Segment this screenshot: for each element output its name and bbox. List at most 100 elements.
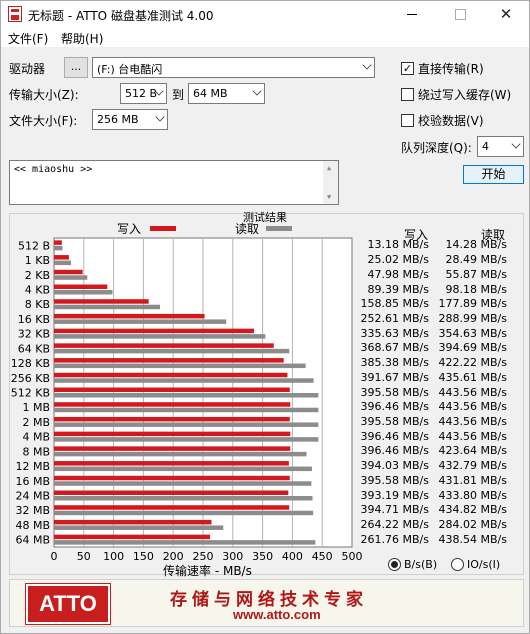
write-bar	[54, 416, 290, 422]
x-tick-label: 100	[103, 550, 124, 563]
category-label: 256 KB	[11, 372, 50, 385]
read-value: 435.61 MB/s	[438, 370, 507, 384]
write-bar	[54, 240, 62, 245]
write-value: 89.39 MB/s	[367, 282, 429, 296]
write-value: 396.46 MB/s	[360, 429, 429, 443]
read-bar	[54, 363, 306, 369]
write-value: 47.98 MB/s	[367, 267, 429, 281]
category-label: 1 KB	[25, 254, 50, 267]
read-bar	[54, 334, 266, 339]
atto-logo: ATTO	[25, 583, 111, 625]
category-label: 4 MB	[22, 431, 50, 444]
write-value: 385.38 MB/s	[360, 356, 429, 370]
write-value: 158.85 MB/s	[360, 297, 429, 311]
radio-button[interactable]	[388, 558, 401, 571]
write-value: 25.02 MB/s	[367, 253, 429, 267]
read-bar	[54, 540, 316, 545]
read-bar	[54, 304, 161, 310]
io-per-sec-radio[interactable]: IO/s(I)	[451, 558, 500, 571]
category-label: 1 MB	[22, 401, 50, 414]
x-tick-label: 150	[133, 550, 154, 563]
radio-button[interactable]	[451, 558, 464, 571]
write-bar	[54, 534, 211, 540]
read-value: 177.89 MB/s	[438, 297, 507, 311]
write-bar	[54, 284, 108, 289]
x-tick-label: 0	[51, 550, 58, 563]
write-bar	[54, 328, 255, 334]
read-value: 14.28 MB/s	[445, 238, 507, 252]
atto-banner[interactable]: ATTO 存储与网络技术专家 www.atto.com	[9, 579, 524, 627]
banner-url[interactable]: www.atto.com	[233, 607, 321, 622]
read-bar	[54, 378, 314, 383]
read-bar	[54, 422, 319, 427]
read-bar	[54, 245, 63, 251]
write-bar	[54, 313, 205, 319]
read-value: 433.80 MB/s	[438, 488, 507, 502]
read-value: 438.54 MB/s	[438, 532, 507, 546]
category-label: 8 MB	[22, 445, 50, 458]
write-bar	[54, 372, 288, 378]
read-value: 28.49 MB/s	[445, 253, 507, 267]
read-value: 354.63 MB/s	[438, 326, 507, 340]
read-value: 284.02 MB/s	[438, 517, 507, 531]
write-bar	[54, 505, 290, 510]
write-value: 368.67 MB/s	[360, 341, 429, 355]
write-value: 393.19 MB/s	[360, 488, 429, 502]
write-value: 252.61 MB/s	[360, 311, 429, 325]
category-label: 128 KB	[11, 357, 50, 370]
read-bar	[54, 393, 319, 398]
main-window: 无标题 - ATTO 磁盘基准测试 4.00 ✕ 文件(F) 帮助(H) 驱动器…	[0, 0, 530, 634]
write-bar	[54, 255, 69, 260]
write-bar	[54, 343, 274, 348]
write-value: 335.63 MB/s	[360, 326, 429, 340]
category-label: 8 KB	[25, 298, 50, 311]
read-bar	[54, 407, 319, 413]
write-bar	[54, 490, 289, 495]
category-label: 16 MB	[15, 475, 50, 488]
write-value: 395.58 MB/s	[360, 473, 429, 487]
category-label: 2 MB	[22, 416, 50, 429]
x-tick-label: 450	[312, 550, 333, 563]
write-value: 394.71 MB/s	[360, 503, 429, 517]
read-value: 98.18 MB/s	[445, 282, 507, 296]
write-value: 13.18 MB/s	[367, 238, 429, 252]
read-bar	[54, 510, 314, 516]
read-value: 55.87 MB/s	[445, 267, 507, 281]
read-value: 394.69 MB/s	[438, 341, 507, 355]
write-bar	[54, 446, 291, 451]
read-bar	[54, 348, 290, 354]
read-bar	[54, 260, 71, 266]
write-bar	[54, 431, 291, 437]
read-bar	[54, 525, 224, 530]
read-value: 422.22 MB/s	[438, 356, 507, 370]
write-bar	[54, 269, 83, 275]
category-label: 4 KB	[25, 284, 50, 297]
write-value: 395.58 MB/s	[360, 385, 429, 399]
read-value: 443.56 MB/s	[438, 400, 507, 414]
write-value: 396.46 MB/s	[360, 444, 429, 458]
read-bar	[54, 451, 307, 457]
category-label: 64 MB	[15, 534, 50, 547]
read-bar	[54, 437, 319, 442]
category-label: 24 MB	[15, 490, 50, 503]
read-value: 431.81 MB/s	[438, 473, 507, 487]
x-tick-label: 400	[282, 550, 303, 563]
read-value: 288.99 MB/s	[438, 311, 507, 325]
read-bar	[54, 466, 312, 472]
bytes-per-sec-radio[interactable]: B/s(B)	[388, 558, 437, 571]
write-bar	[54, 299, 149, 304]
write-bar	[54, 475, 290, 481]
category-label: 32 KB	[18, 328, 50, 341]
write-value: 394.03 MB/s	[360, 459, 429, 473]
read-bar	[54, 290, 113, 295]
read-value: 434.82 MB/s	[438, 503, 507, 517]
write-bar	[54, 461, 289, 466]
write-value: 391.67 MB/s	[360, 370, 429, 384]
category-label: 2 KB	[25, 269, 50, 282]
write-bar	[54, 519, 212, 525]
write-value: 395.58 MB/s	[360, 414, 429, 428]
category-label: 16 KB	[18, 313, 50, 326]
category-label: 32 MB	[15, 504, 50, 517]
read-bar	[54, 275, 88, 280]
write-bar	[54, 402, 291, 407]
